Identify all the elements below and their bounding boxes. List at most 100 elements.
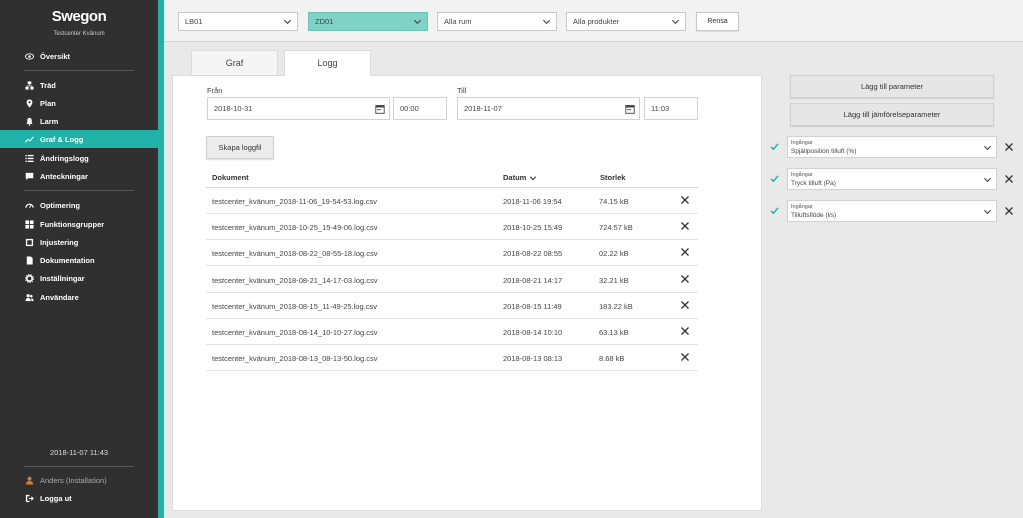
delete-icon[interactable] (680, 195, 690, 205)
sidebar-item-graf-logg[interactable]: Graf & Logg (0, 130, 158, 148)
cell-size: 02.22 kB (599, 249, 629, 259)
from-date-input[interactable]: 2018-10-31 (207, 97, 390, 120)
sidebar-item-label: Plan (40, 98, 56, 108)
sidebar-item-overview[interactable]: Översikt (0, 47, 158, 65)
to-label: Till (457, 86, 467, 95)
logout-button[interactable]: Logga ut (24, 493, 72, 503)
cell-document[interactable]: testcenter_kvänum_2018-08-15_11-49-25.lo… (212, 302, 377, 311)
delete-icon[interactable] (680, 352, 690, 362)
column-header-date[interactable]: Datum (503, 173, 537, 182)
sort-chevron-icon (530, 175, 537, 180)
users-icon (24, 292, 34, 302)
table-row[interactable]: testcenter_kvänum_2018-11-06_19-54-53.lo… (206, 188, 698, 214)
checkmark-icon[interactable] (770, 174, 779, 183)
delete-icon[interactable] (680, 300, 690, 310)
cell-size: 74.15 kB (599, 197, 629, 206)
select-product[interactable]: Alla produkter (566, 12, 686, 31)
table-row[interactable]: testcenter_kvänum_2018-08-14_10-10-27.lo… (206, 319, 698, 345)
chevron-down-icon (983, 145, 992, 151)
sidebar-item-anvandare[interactable]: Användare (0, 288, 158, 306)
from-date-value: 2018-10-31 (214, 104, 253, 113)
delete-icon[interactable] (680, 247, 690, 257)
parameter-name: Tilluftsflöde (l/s) (791, 212, 837, 219)
select-unit[interactable]: LB01 (178, 12, 298, 31)
cell-document[interactable]: testcenter_kvänum_2018-08-14_10-10-27.lo… (212, 328, 378, 337)
cell-date: 2018-08-21 14:17 (503, 275, 563, 285)
cell-document[interactable]: testcenter_kvänum_2018-08-21_14-17-03.lo… (212, 276, 378, 285)
from-time-input[interactable]: 00:00 (393, 97, 447, 120)
sidebar-item-trad[interactable]: Träd (0, 76, 158, 94)
remove-parameter-icon[interactable] (1004, 174, 1014, 184)
sidebar-item-optimering[interactable]: Optimering (0, 196, 158, 214)
speedometer-icon (24, 200, 34, 210)
sidebar-item-anteckningar[interactable]: Anteckningar (0, 167, 158, 185)
parameter-select[interactable]: Ingångar Tilluftsflöde (l/s) (787, 200, 997, 222)
gear-icon (24, 273, 34, 283)
table-row[interactable]: testcenter_kvänum_2018-08-21_14-17-03.lo… (206, 267, 698, 293)
checkmark-icon[interactable] (770, 142, 779, 151)
parameter-group: Ingångar (791, 204, 813, 210)
select-zone[interactable]: ZD01 (308, 12, 428, 31)
delete-icon[interactable] (680, 221, 690, 231)
column-header-label: Datum (503, 173, 527, 182)
tab-logg[interactable]: Logg (284, 50, 371, 76)
parameter-select[interactable]: Ingångar Spjällposition tilluft (%) (787, 136, 997, 158)
parameter-group: Ingångar (791, 140, 813, 146)
add-parameter-button[interactable]: Lägg till parameter (790, 75, 994, 98)
select-value: Alla produkter (573, 17, 620, 26)
sidebar-item-andringslogg[interactable]: Ändringslogg (0, 149, 158, 167)
sidebar-item-installningar[interactable]: Inställningar (0, 269, 158, 287)
site-name: Testcenter Kvänum (53, 31, 105, 37)
group-icon (24, 219, 34, 229)
cell-document[interactable]: testcenter_kvänum_2018-11-06_19-54-53.lo… (212, 197, 377, 206)
table-row[interactable]: testcenter_kvänum_2018-10-25_15-49-06.lo… (206, 214, 698, 241)
cell-date: 2018-08-14 10:10 (503, 328, 563, 337)
adjust-icon (24, 237, 34, 247)
sidebar-item-label: Anteckningar (40, 171, 88, 181)
delete-icon[interactable] (680, 326, 690, 336)
cell-date: 2018-08-22 08:55 (503, 249, 563, 259)
sidebar-item-larm[interactable]: Larm (0, 112, 158, 130)
sidebar-item-label: Graf & Logg (40, 134, 84, 144)
parameter-select[interactable]: Ingångar Tryck tilluft (Pa) (787, 168, 997, 190)
cell-date: 2018-08-15 11:49 (503, 301, 562, 311)
sidebar-item-label: Optimering (40, 200, 81, 210)
to-date-input[interactable]: 2018-11-07 (457, 97, 640, 120)
accent-bar (158, 0, 164, 518)
eye-icon (24, 51, 34, 61)
cell-date: 2018-08-13 08:13 (503, 354, 563, 364)
select-value: LB01 (185, 17, 203, 26)
cell-date: 2018-11-06 19:54 (503, 197, 562, 206)
delete-icon[interactable] (680, 274, 690, 284)
calendar-icon[interactable] (375, 104, 385, 114)
table-row[interactable]: testcenter_kvänum_2018-08-22_08-55-18.lo… (206, 240, 698, 267)
sidebar-item-injustering[interactable]: Injustering (0, 233, 158, 251)
current-datetime: 2018-11-07 11:43 (49, 448, 109, 457)
cell-document[interactable]: testcenter_kvänum_2018-10-25_15-49-06.lo… (212, 223, 378, 232)
calendar-icon[interactable] (625, 104, 635, 114)
table-row[interactable]: testcenter_kvänum_2018-08-13_08-13-50.lo… (206, 345, 698, 372)
remove-parameter-icon[interactable] (1004, 142, 1014, 152)
checkmark-icon[interactable] (770, 206, 779, 215)
create-logfile-button[interactable]: Skapa loggfil (206, 136, 274, 159)
sidebar-item-funktionsgrupper[interactable]: Funktionsgrupper (0, 215, 158, 233)
tab-graf[interactable]: Graf (191, 50, 278, 76)
divider (24, 190, 134, 191)
current-user[interactable]: Anders (Installation) (24, 475, 107, 485)
remove-parameter-icon[interactable] (1004, 206, 1014, 216)
column-header-size: Storlek (600, 173, 626, 182)
add-compare-parameter-button[interactable]: Lägg till jämförelseparameter (790, 103, 994, 126)
cell-size: 8.68 kB (599, 354, 625, 364)
cell-document[interactable]: testcenter_kvänum_2018-08-13_08-13-50.lo… (212, 354, 378, 363)
sidebar-item-plan[interactable]: Plan (0, 94, 158, 112)
to-time-input[interactable]: 11:03 (644, 97, 698, 120)
table-row[interactable]: testcenter_kvänum_2018-08-15_11-49-25.lo… (206, 293, 698, 319)
logo: Swegon Testcenter Kvänum (0, 8, 158, 37)
clear-button[interactable]: Rensa (696, 12, 739, 31)
chevron-down-icon (671, 19, 680, 25)
sidebar-item-dokumentation[interactable]: Dokumentation (0, 251, 158, 269)
cell-document[interactable]: testcenter_kvänum_2018-08-22_08-55-18.lo… (212, 249, 378, 258)
cell-size: 63.13 kB (599, 328, 629, 337)
sidebar-item-label: Ändringslogg (40, 153, 89, 163)
select-room[interactable]: Alla rum (437, 12, 557, 31)
